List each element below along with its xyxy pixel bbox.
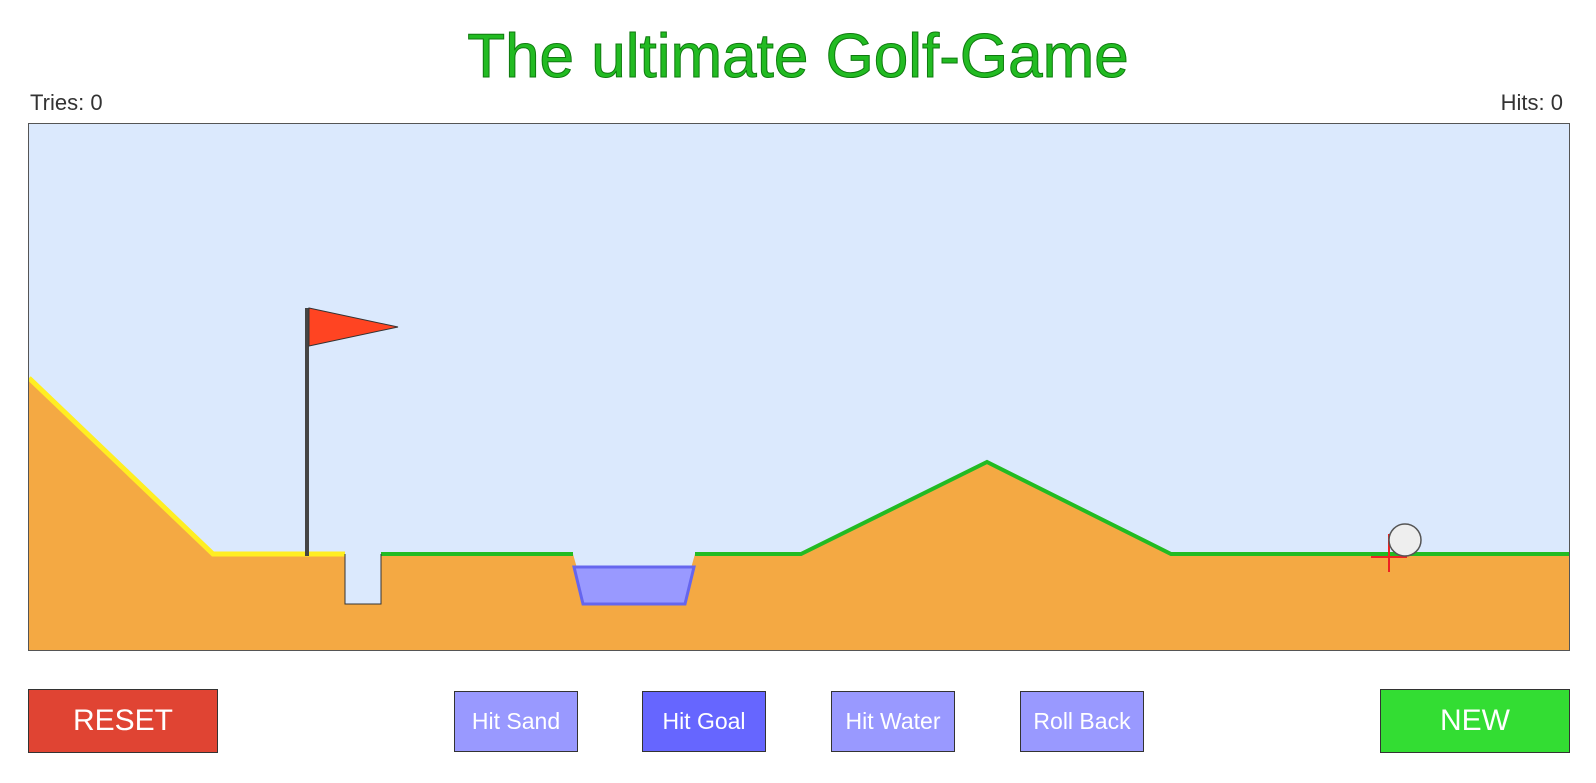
flag-icon <box>305 307 399 556</box>
hit-sand-button[interactable]: Hit Sand <box>454 691 578 752</box>
reset-button[interactable]: RESET <box>28 689 218 753</box>
hit-water-button[interactable]: Hit Water <box>831 691 955 752</box>
hits-label: Hits: <box>1500 90 1545 115</box>
golf-ball-icon[interactable] <box>1388 523 1422 557</box>
tries-counter: Tries: 0 <box>30 90 103 116</box>
new-button[interactable]: NEW <box>1380 689 1570 753</box>
page-title: The ultimate Golf-Game <box>467 22 1130 92</box>
tries-label: Tries: <box>30 90 85 115</box>
hits-value: 0 <box>1550 90 1563 115</box>
golf-game-page: The ultimate Golf-Game Tries: 0 Hits: 0 <box>0 0 1596 783</box>
hits-counter: Hits: 0 <box>1501 90 1563 116</box>
ground-terrain <box>29 378 1569 650</box>
roll-back-button[interactable]: Roll Back <box>1020 691 1144 752</box>
water-hazard <box>572 565 696 606</box>
tries-value: 0 <box>90 90 103 115</box>
golf-course-scene <box>29 307 1569 650</box>
hit-goal-button[interactable]: Hit Goal <box>642 691 766 752</box>
golf-hole <box>344 554 382 605</box>
game-canvas[interactable] <box>28 123 1570 651</box>
